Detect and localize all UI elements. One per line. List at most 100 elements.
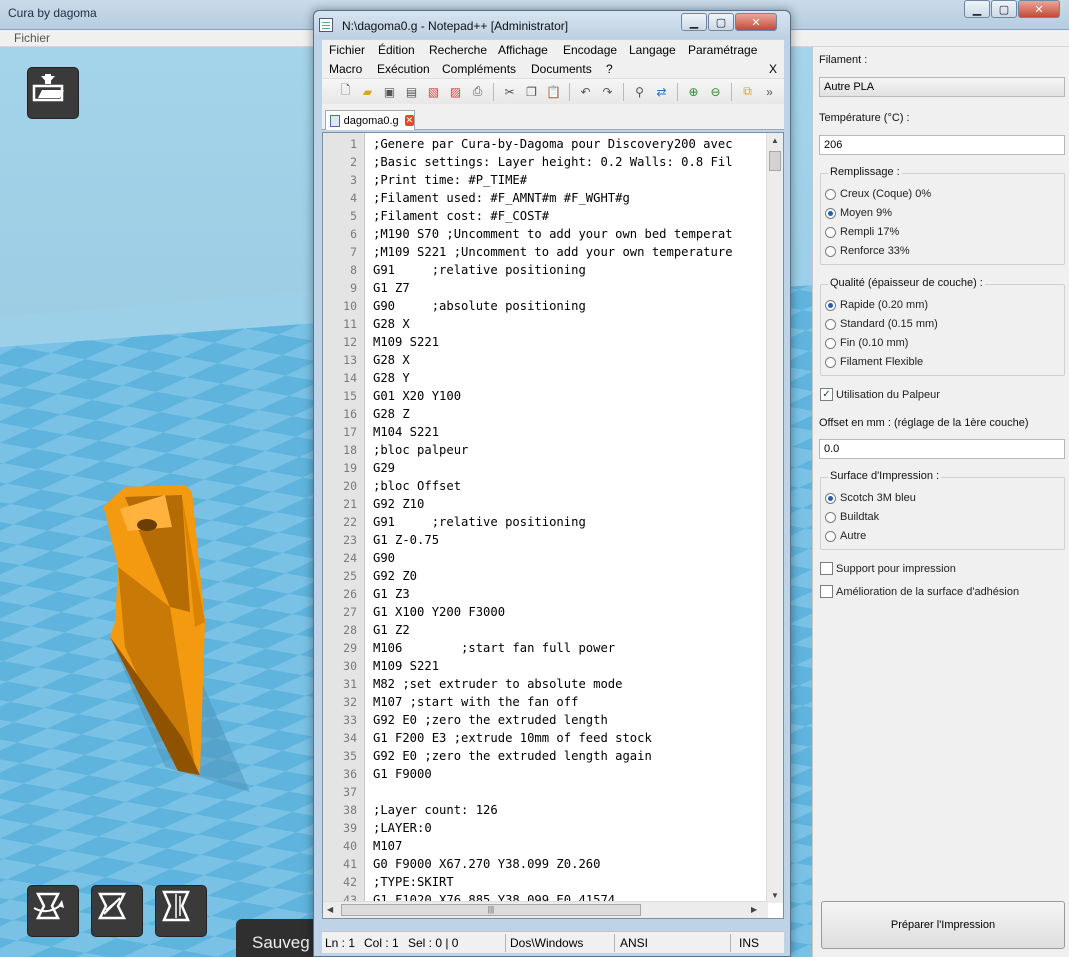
code-line[interactable]: 20 ;bloc Offset [323, 477, 763, 495]
remplissage-option[interactable]: Moyen 9% [825, 207, 892, 219]
temperature-input[interactable]: 206 [819, 135, 1065, 155]
scroll-right-icon[interactable]: ▶ [751, 905, 757, 914]
code-line[interactable]: 24 G90 [323, 549, 763, 567]
find-icon[interactable]: ⚲ [630, 82, 649, 101]
code-line[interactable]: 30 M109 S221 [323, 657, 763, 675]
code-line[interactable]: 22 G91 ;relative positioning [323, 513, 763, 531]
menu-documents[interactable]: Documents [531, 62, 592, 76]
code-line[interactable]: 5 ;Filament cost: #F_COST# [323, 207, 763, 225]
minimize-icon[interactable]: ▁ [964, 0, 990, 18]
surface-option[interactable]: Autre [825, 530, 866, 542]
maximize-icon[interactable]: ▢ [991, 0, 1017, 18]
close-file-icon[interactable]: ▧ [424, 82, 443, 101]
code-line[interactable]: 18 ;bloc palpeur [323, 441, 763, 459]
paste-icon[interactable]: 📋 [544, 82, 563, 101]
close-all-icon[interactable]: ▨ [446, 82, 465, 101]
save-all-icon[interactable]: ▤ [402, 82, 421, 101]
code-line[interactable]: 28 G1 Z2 [323, 621, 763, 639]
menu-help[interactable]: ? [606, 62, 613, 76]
redo-icon[interactable]: ↷ [598, 82, 617, 101]
code-line[interactable]: 40 M107 [323, 837, 763, 855]
code-line[interactable]: 14 G28 Y [323, 369, 763, 387]
code-line[interactable]: 34 G1 F200 E3 ;extrude 10mm of feed stock [323, 729, 763, 747]
code-line[interactable]: 7 ;M109 S221 ;Uncomment to add your own t… [323, 243, 763, 261]
code-line[interactable]: 35 G92 E0 ;zero the extruded length again [323, 747, 763, 765]
support-checkbox[interactable]: Support pour impression [820, 562, 956, 575]
remplissage-option[interactable]: Renforce 33% [825, 245, 910, 257]
qualite-option[interactable]: Standard (0.15 mm) [825, 318, 938, 330]
close-icon[interactable]: ✕ [1018, 0, 1060, 18]
offset-input[interactable]: 0.0 [819, 439, 1065, 459]
code-line[interactable]: 6 ;M190 S70 ;Uncomment to add your own be… [323, 225, 763, 243]
palpeur-checkbox[interactable]: ✓ Utilisation du Palpeur [820, 388, 940, 401]
menu-edition[interactable]: Édition [378, 43, 415, 57]
copy-icon[interactable]: ❐ [522, 82, 541, 101]
minimize-icon[interactable]: ▁ [681, 13, 707, 31]
code-line[interactable]: 13 G28 X [323, 351, 763, 369]
scroll-thumb[interactable]: ||| [341, 904, 641, 916]
menu-encodage[interactable]: Encodage [563, 43, 617, 57]
scroll-up-icon[interactable]: ▲ [771, 136, 779, 145]
print-icon[interactable]: ⎙ [468, 82, 487, 101]
code-line[interactable]: 39 ;LAYER:0 [323, 819, 763, 837]
scroll-thumb[interactable] [769, 151, 781, 171]
code-line[interactable]: 3 ;Print time: #P_TIME# [323, 171, 763, 189]
save-icon[interactable]: ▣ [380, 82, 399, 101]
code-line[interactable]: 29 M106 ;start fan full power [323, 639, 763, 657]
scroll-left-icon[interactable]: ◀ [327, 905, 333, 914]
code-line[interactable]: 4 ;Filament used: #F_AMNT#m #F_WGHT#g [323, 189, 763, 207]
code-line[interactable]: 19 G29 [323, 459, 763, 477]
code-line[interactable]: 21 G92 Z10 [323, 495, 763, 513]
qualite-option[interactable]: Filament Flexible [825, 356, 923, 368]
code-line[interactable]: 25 G92 Z0 [323, 567, 763, 585]
qualite-option[interactable]: Rapide (0.20 mm) [825, 299, 928, 311]
code-line[interactable]: 12 M109 S221 [323, 333, 763, 351]
qualite-option[interactable]: Fin (0.10 mm) [825, 337, 908, 349]
mirror-button[interactable] [155, 885, 207, 937]
scale-button[interactable] [91, 885, 143, 937]
undo-icon[interactable]: ↶ [576, 82, 595, 101]
menu-macro[interactable]: Macro [329, 62, 362, 76]
sync-view-icon[interactable]: ⧉ [738, 82, 757, 101]
surface-option[interactable]: Scotch 3M bleu [825, 492, 916, 504]
menu-langage[interactable]: Langage [629, 43, 676, 57]
menu-complements[interactable]: Compléments [442, 62, 516, 76]
code-line[interactable]: 36 G1 F9000 [323, 765, 763, 783]
zoom-in-icon[interactable]: ⊕ [684, 82, 703, 101]
code-line[interactable]: 26 G1 Z3 [323, 585, 763, 603]
code-line[interactable]: 8 G91 ;relative positioning [323, 261, 763, 279]
prepare-print-button[interactable]: Préparer l'Impression [821, 901, 1065, 949]
vertical-scrollbar[interactable]: ▲ ▼ [766, 133, 783, 903]
open-folder-icon[interactable]: ▰ [358, 82, 377, 101]
menu-execution[interactable]: Exécution [377, 62, 430, 76]
maximize-icon[interactable]: ▢ [708, 13, 734, 31]
code-line[interactable]: 37 [323, 783, 763, 801]
code-line[interactable]: 10 G90 ;absolute positioning [323, 297, 763, 315]
menu-parametrage[interactable]: Paramétrage [688, 43, 757, 57]
replace-icon[interactable]: ⇄ [652, 82, 671, 101]
code-line[interactable]: 16 G28 Z [323, 405, 763, 423]
code-line[interactable]: 9 G1 Z7 [323, 279, 763, 297]
code-line[interactable]: 11 G28 X [323, 315, 763, 333]
tab-dagoma0[interactable]: dagoma0.g ✕ [325, 110, 415, 130]
toolbar-overflow-icon[interactable]: » [760, 82, 779, 101]
new-file-icon[interactable]: 🗋 [336, 82, 355, 101]
code-line[interactable]: 23 G1 Z-0.75 [323, 531, 763, 549]
adhesion-checkbox[interactable]: Amélioration de la surface d'adhésion [820, 585, 1019, 598]
remplissage-option[interactable]: Rempli 17% [825, 226, 899, 238]
menu-affichage[interactable]: Affichage [498, 43, 548, 57]
zoom-out-icon[interactable]: ⊖ [706, 82, 725, 101]
rotate-button[interactable] [27, 885, 79, 937]
code-line[interactable]: 27 G1 X100 Y200 F3000 [323, 603, 763, 621]
surface-option[interactable]: Buildtak [825, 511, 879, 523]
scroll-down-icon[interactable]: ▼ [771, 891, 779, 900]
close-icon[interactable]: ✕ [735, 13, 777, 31]
cut-icon[interactable]: ✂ [500, 82, 519, 101]
code-line[interactable]: 1 ;Genere par Cura-by-Dagoma pour Discove… [323, 135, 763, 153]
code-line[interactable]: 31 M82 ;set extruder to absolute mode [323, 675, 763, 693]
code-line[interactable]: 38 ;Layer count: 126 [323, 801, 763, 819]
load-model-button[interactable] [27, 67, 79, 119]
notepad-title-bar[interactable]: N:\dagoma0.g - Notepad++ [Administrator]… [314, 11, 790, 39]
code-line[interactable]: 41 G0 F9000 X67.270 Y38.099 Z0.260 [323, 855, 763, 873]
code-line[interactable]: 17 M104 S221 [323, 423, 763, 441]
